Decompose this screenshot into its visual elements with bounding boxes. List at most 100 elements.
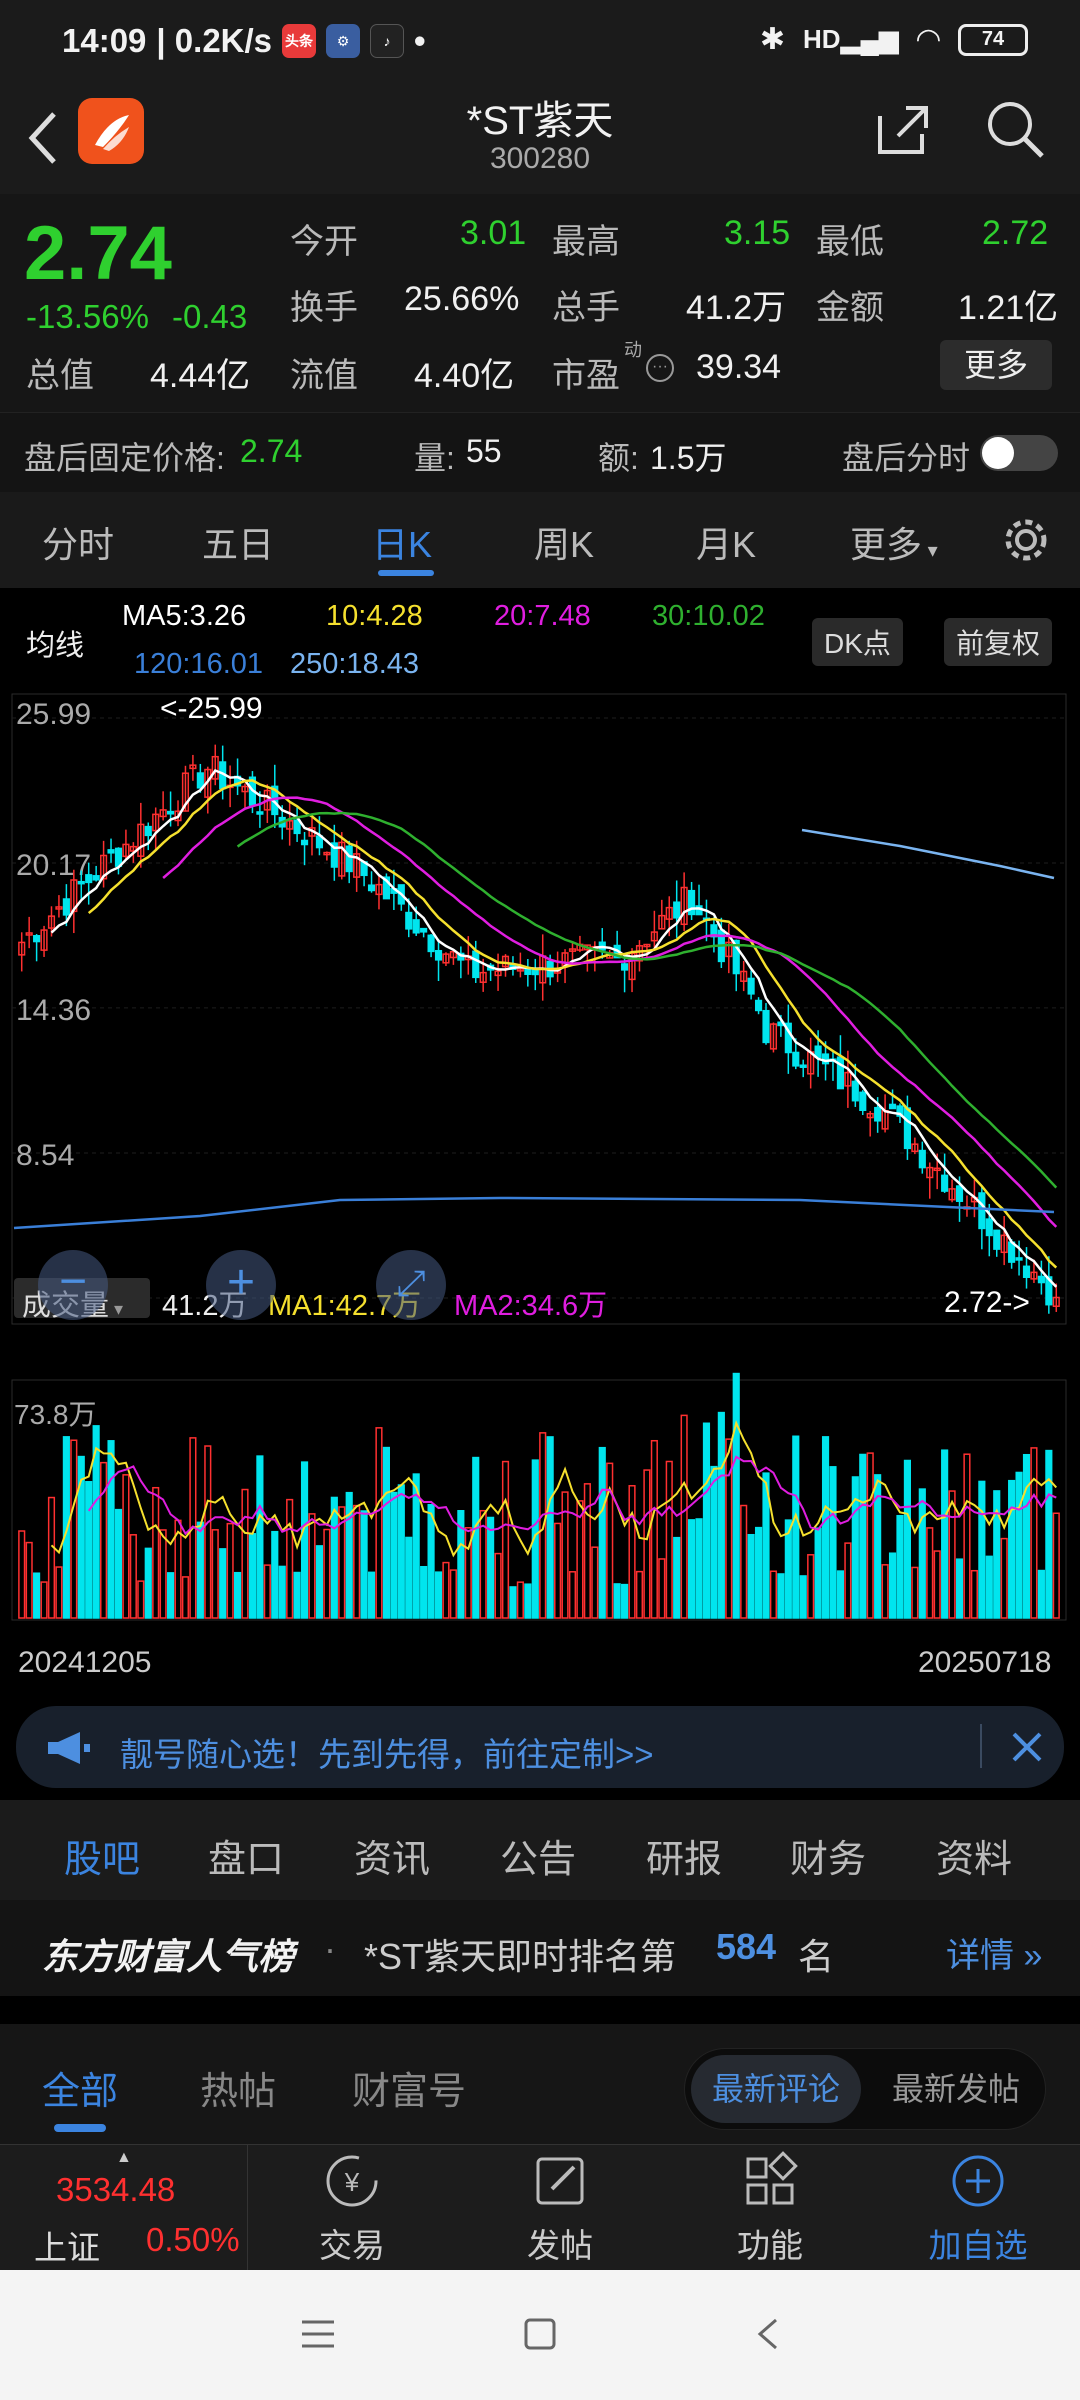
volume-bar <box>1052 1512 1060 1619</box>
candle-body <box>673 901 681 919</box>
price-frame <box>11 693 1067 1325</box>
volume-bar <box>47 1496 56 1619</box>
mcap-value: 4.44亿 <box>150 357 251 395</box>
candle-body <box>144 825 152 837</box>
volume-bar <box>420 1565 428 1619</box>
dot-icon: • <box>414 22 426 59</box>
tab-more-label: 更多 <box>850 524 923 565</box>
tab-guba[interactable]: 股吧 <box>64 1828 140 1883</box>
volume-bar <box>792 1435 800 1619</box>
status-bar: 14:09 | 0.2K/s 头条 ⚙ ♪ • ✱ HD▂▄▆ ◠ 74 <box>0 0 1080 86</box>
zoom-in-button[interactable]: + <box>206 1250 276 1320</box>
nav-back-icon[interactable] <box>748 2314 788 2354</box>
volume-bar <box>710 1465 718 1619</box>
candle-body <box>412 919 420 934</box>
volume-bar <box>159 1529 167 1619</box>
tab-daily-k[interactable]: 日K <box>372 516 432 568</box>
volume-bar <box>1015 1471 1023 1619</box>
tab-caifuhao[interactable]: 财富号 <box>352 2060 466 2115</box>
tab-news[interactable]: 资讯 <box>354 1828 430 1883</box>
volume-bar <box>933 1550 941 1619</box>
toutiao-icon: 头条 <box>282 24 317 58</box>
candle-body <box>836 1056 845 1090</box>
volume-bar <box>107 1440 115 1619</box>
volume-bar <box>300 1461 309 1619</box>
pe-dynamic-mark: 动 <box>624 340 642 360</box>
share-icon[interactable] <box>872 100 932 160</box>
close-icon[interactable] <box>1010 1730 1044 1764</box>
menu-icon[interactable] <box>298 2316 338 2352</box>
search-icon[interactable] <box>984 98 1048 162</box>
sort-latest-post[interactable]: 最新发帖 <box>871 2055 1041 2123</box>
volume-bar <box>353 1504 361 1619</box>
promo-banner[interactable]: 靓号随心选！先到先得，前往定制>> <box>16 1706 1064 1788</box>
function-button[interactable]: 功能 <box>718 2151 822 2267</box>
more-button[interactable]: 更多 <box>940 340 1052 390</box>
home-icon[interactable] <box>520 2314 560 2354</box>
zoom-out-button[interactable]: − <box>38 1250 108 1320</box>
volume-bar <box>152 1486 160 1619</box>
volume-bar <box>286 1498 294 1619</box>
volume-bar <box>1008 1479 1016 1619</box>
high-value: 3.15 <box>724 214 791 252</box>
more-dots-icon[interactable]: ··· <box>646 354 674 382</box>
tab-all[interactable]: 全部 <box>42 2060 118 2115</box>
tab-more[interactable]: 更多 ▾ <box>850 516 938 568</box>
gear-icon[interactable] <box>1000 514 1052 566</box>
rank-number: 584 <box>716 1926 777 1967</box>
volume-bar <box>434 1571 443 1619</box>
candle-body <box>888 1103 897 1110</box>
volume-bar <box>717 1411 725 1619</box>
volume-bar <box>487 1516 495 1619</box>
volume-bar <box>673 1536 681 1619</box>
tab-profile[interactable]: 资料 <box>936 1828 1012 1883</box>
volume-bar <box>732 1372 740 1619</box>
tab-five-day[interactable]: 五日 <box>202 516 274 568</box>
expand-icon[interactable]: ⤢ <box>376 1250 446 1320</box>
volume-bar <box>844 1542 852 1619</box>
volume-bar <box>702 1422 711 1619</box>
tab-hot[interactable]: 热帖 <box>200 2060 276 2115</box>
tab-monthly-k[interactable]: 月K <box>696 516 756 568</box>
candle-body <box>114 847 123 867</box>
volume-bar <box>665 1460 673 1619</box>
volume-bar <box>390 1491 398 1619</box>
volume-bar <box>881 1564 889 1619</box>
volume-bar <box>911 1566 919 1619</box>
volume-bar <box>100 1461 108 1619</box>
popularity-rank[interactable]: 东方财富人气榜 · *ST紫天即时排名第 584 名 详情 » <box>0 1900 1080 1996</box>
banner-divider <box>980 1724 982 1768</box>
index-widget[interactable]: ▲ 3534.48 上证 0.50% <box>0 2145 248 2271</box>
megaphone-icon <box>48 1732 90 1764</box>
float-value: 4.40亿 <box>414 357 515 395</box>
rank-text: *ST紫天即时排名第 <box>364 1936 677 1977</box>
kline-svg: 25.9920.1714.368.542.72<-25.992.72->73.8… <box>11 692 1067 1621</box>
tab-announce[interactable]: 公告 <box>500 1828 576 1883</box>
kline-chart[interactable]: 均线 MA5:3.26 10:4.28 20:7.48 30:10.02 120… <box>0 588 1080 1693</box>
trade-button[interactable]: ¥ 交易 <box>300 2151 404 2267</box>
rank-detail[interactable]: 详情 » <box>946 1928 1042 1977</box>
volume-bar <box>583 1483 591 1619</box>
tab-research[interactable]: 研报 <box>646 1828 722 1883</box>
volume-bar <box>70 1439 78 1619</box>
open-value: 3.01 <box>460 214 527 252</box>
ah-volume-label: 量: <box>414 440 455 476</box>
index-value: 3534.48 <box>56 2171 176 2208</box>
volume-bar <box>777 1573 785 1619</box>
ah-intraday-toggle[interactable] <box>980 435 1058 471</box>
candle-body <box>367 884 376 892</box>
tab-weekly-k[interactable]: 周K <box>534 516 594 568</box>
price-tick: 20.17 <box>16 849 91 882</box>
tab-pankou[interactable]: 盘口 <box>208 1828 284 1883</box>
low-marker: 2.72-> <box>944 1286 1030 1319</box>
post-button[interactable]: 发帖 <box>508 2151 612 2267</box>
sort-latest-comment[interactable]: 最新评论 <box>691 2055 861 2123</box>
tab-intraday[interactable]: 分时 <box>42 516 114 568</box>
volume-bar <box>613 1583 621 1619</box>
tab-finance[interactable]: 财务 <box>790 1828 866 1883</box>
chart-tabs: 分时 五日 日K 周K 月K 更多 ▾ <box>0 492 1080 588</box>
add-watchlist-button[interactable]: 加自选 <box>918 2151 1038 2267</box>
clock: 14:09 <box>62 22 147 59</box>
net-speed: | 0.2K/s <box>156 22 273 59</box>
volume-bar <box>725 1438 733 1619</box>
